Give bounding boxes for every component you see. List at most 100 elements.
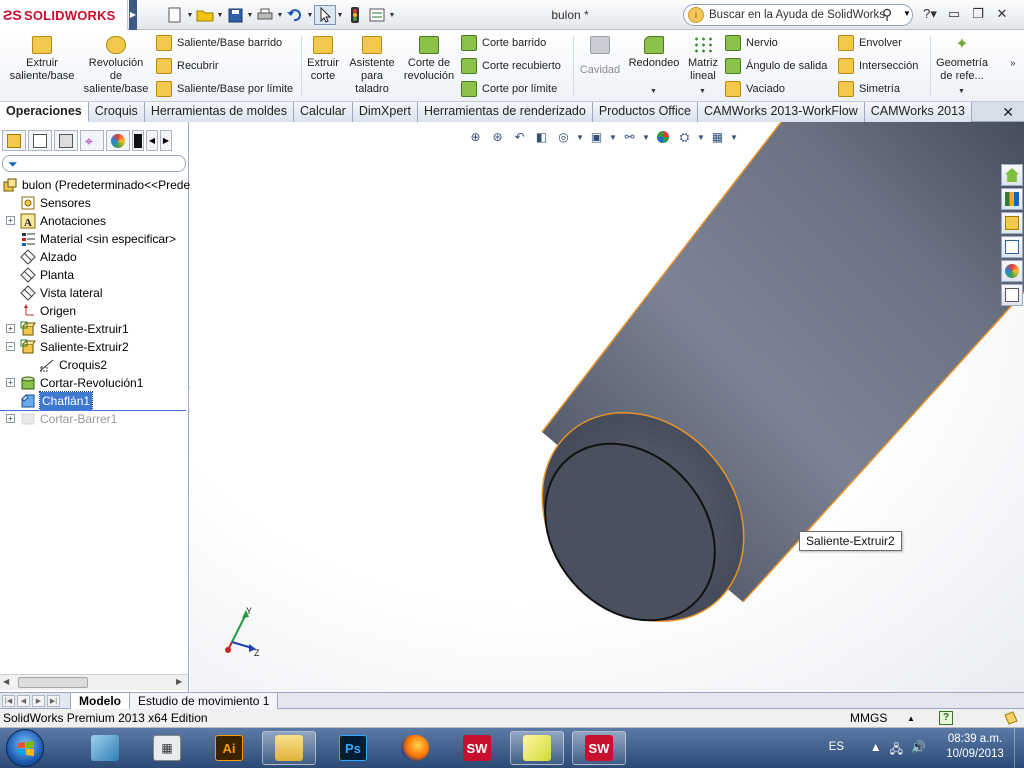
chevron-up-icon[interactable]: ▲ xyxy=(870,740,882,761)
mirror-button[interactable]: Simetría xyxy=(838,79,900,99)
taskbar-notes-app[interactable] xyxy=(78,731,132,765)
prev-tab-icon[interactable]: ◀ xyxy=(17,695,30,707)
network-icon[interactable]: 🖧 xyxy=(890,740,903,761)
design-library-tab[interactable] xyxy=(1001,188,1023,210)
taskbar-explorer[interactable] xyxy=(262,731,316,765)
restore-icon[interactable]: ❐ xyxy=(968,4,988,24)
loft-boss-button[interactable]: Recubrir xyxy=(156,56,219,76)
units-selector[interactable]: MMGS xyxy=(850,709,887,728)
tab-calcular[interactable]: Calcular xyxy=(293,102,353,122)
graphics-area[interactable]: ⊕ ⊛ ↶ ◧ ◎ ▼ ▣ ▼ ⚯ ▼ ⛭ ▼ ▦ ▼ Saliente-Ext… xyxy=(190,122,1024,692)
tree-item-planta[interactable]: Planta xyxy=(20,266,74,284)
help-icon[interactable]: ? xyxy=(939,711,953,725)
expand-icon[interactable]: + xyxy=(6,216,15,225)
next-tab-icon[interactable]: ▶ xyxy=(32,695,45,707)
first-tab-icon[interactable]: |◀ xyxy=(2,695,15,707)
chevron-right-icon[interactable]: ▶ xyxy=(176,677,182,686)
close-icon[interactable]: ✕ xyxy=(1002,104,1014,121)
tab-camworks-2013[interactable]: CAMWorks 2013 xyxy=(864,102,973,122)
tab-herramientas-de-renderizado[interactable]: Herramientas de renderizado xyxy=(417,102,593,122)
view-palette-tab[interactable] xyxy=(1001,236,1023,258)
custom-properties-tab[interactable] xyxy=(1001,284,1023,306)
tab-camworks-2013-workflow[interactable]: CAMWorks 2013-WorkFlow xyxy=(698,102,865,122)
rebuild-status-icon[interactable] xyxy=(1003,711,1019,726)
chevron-down-icon[interactable]: ▼ xyxy=(246,5,254,25)
chevron-up-icon[interactable]: ▲ xyxy=(907,709,915,728)
rollback-bar[interactable] xyxy=(0,410,186,411)
save-icon[interactable] xyxy=(224,5,246,25)
expand-icon[interactable]: + xyxy=(6,414,15,423)
collapse-icon[interactable]: − xyxy=(6,342,15,351)
taskbar-calculator[interactable]: ▦ xyxy=(140,731,194,765)
chevron-left-icon[interactable]: ◀ xyxy=(3,677,9,686)
start-button[interactable] xyxy=(6,729,44,767)
tab-operaciones[interactable]: Operaciones xyxy=(0,102,89,122)
scrollbar-thumb[interactable] xyxy=(18,677,88,688)
tree-item-sensores[interactable]: Sensores xyxy=(20,194,91,212)
clock[interactable]: 08:39 a.m. 10/09/2013 xyxy=(940,732,1010,762)
linear-pattern-button[interactable]: Matriz lineal xyxy=(684,36,722,83)
chevron-left-icon[interactable]: ◀ xyxy=(146,130,158,151)
zoom-to-fit-icon[interactable]: ⊕ xyxy=(466,128,485,146)
tree-filter-input[interactable]: ⏷ xyxy=(2,155,186,172)
revolved-boss-button[interactable]: Revolución de saliente/base xyxy=(82,36,150,96)
ribbon-more-icon[interactable]: » xyxy=(1010,58,1016,69)
expand-icon[interactable]: + xyxy=(6,324,15,333)
volume-icon[interactable]: 🔊 xyxy=(911,740,926,761)
taskbar-illustrator[interactable]: Ai xyxy=(202,731,256,765)
tab-herramientas-de-moldes[interactable]: Herramientas de moldes xyxy=(144,102,294,122)
tree-item-chaflan1[interactable]: Chaflán1 xyxy=(20,391,94,411)
expand-icon[interactable]: + xyxy=(6,378,15,387)
chevron-down-icon[interactable]: ▼ xyxy=(609,128,617,146)
wrap-button[interactable]: Envolver xyxy=(838,33,902,53)
extruded-cut-button[interactable]: Extruir corte xyxy=(303,36,343,83)
tree-item-origen[interactable]: Origen xyxy=(20,302,76,320)
tree-item-cortar-barrer1[interactable]: Cortar-Barrer1 xyxy=(20,410,117,428)
previous-view-icon[interactable]: ↶ xyxy=(510,128,529,146)
rebuild-traffic-light-icon[interactable] xyxy=(344,5,366,25)
part-model[interactable] xyxy=(190,122,1024,692)
help-search-input[interactable]: i Buscar en la Ayuda de SolidWorks ⚲ ▼ xyxy=(683,4,913,26)
revolved-cut-button[interactable]: Corte de revolución xyxy=(402,36,456,83)
apply-scene-icon[interactable]: ⛭ xyxy=(675,128,694,146)
minimize-icon[interactable]: ▭ xyxy=(944,4,964,24)
lofted-cut-button[interactable]: Corte recubierto xyxy=(461,56,561,76)
show-desktop-button[interactable] xyxy=(1014,728,1024,768)
taskbar-notes-window[interactable] xyxy=(510,731,564,765)
open-folder-icon[interactable] xyxy=(194,5,216,25)
draft-button[interactable]: Ángulo de salida xyxy=(725,56,827,76)
cam-tab[interactable] xyxy=(132,130,144,151)
chevron-down-icon[interactable]: ▼ xyxy=(697,128,705,146)
chevron-down-icon[interactable]: ▼ xyxy=(336,5,344,25)
resources-tab[interactable] xyxy=(1001,164,1023,186)
chevron-down-icon[interactable]: ▼ xyxy=(650,88,657,95)
view-settings-icon[interactable]: ▦ xyxy=(708,128,727,146)
tree-item-alzado[interactable]: Alzado xyxy=(20,248,77,266)
tree-item-saliente-extruir2[interactable]: Saliente-Extruir2 xyxy=(20,338,129,356)
chevron-down-icon[interactable]: ▼ xyxy=(388,5,396,25)
tree-item-croquis2[interactable]: Croquis2 xyxy=(39,356,107,374)
close-icon[interactable]: ✕ xyxy=(992,4,1012,24)
chevron-down-icon[interactable]: ▼ xyxy=(306,5,314,25)
intersect-button[interactable]: Intersección xyxy=(838,56,918,76)
language-indicator[interactable]: ES xyxy=(829,741,844,753)
chevron-down-icon[interactable]: ▼ xyxy=(576,128,584,146)
fillet-button[interactable]: Redondeo xyxy=(626,36,682,70)
tab-model[interactable]: Modelo xyxy=(70,693,130,709)
new-document-icon[interactable] xyxy=(164,5,186,25)
tree-item-material-sin-especificar[interactable]: Material <sin especificar> xyxy=(20,230,176,248)
solidworks-logo[interactable]: ƧS SOLIDWORKS xyxy=(0,0,128,30)
hide-show-items-icon[interactable]: ⚯ xyxy=(620,128,639,146)
chevron-down-icon[interactable]: ▼ xyxy=(216,5,224,25)
tree-item-anotaciones[interactable]: A Anotaciones xyxy=(20,212,106,230)
tab-productos-office[interactable]: Productos Office xyxy=(592,102,699,122)
menu-expand-icon[interactable]: ▶ xyxy=(129,0,137,30)
print-icon[interactable] xyxy=(254,5,276,25)
appearances-tab[interactable] xyxy=(1001,260,1023,282)
chevron-down-icon[interactable]: ▼ xyxy=(903,9,911,18)
help-icon[interactable]: ?▾ xyxy=(920,4,940,24)
chevron-down-icon[interactable]: ▼ xyxy=(699,88,706,95)
select-pointer-icon[interactable] xyxy=(314,5,336,25)
boundary-cut-button[interactable]: Corte por límite xyxy=(461,79,557,99)
chevron-down-icon[interactable]: ▼ xyxy=(730,128,738,146)
